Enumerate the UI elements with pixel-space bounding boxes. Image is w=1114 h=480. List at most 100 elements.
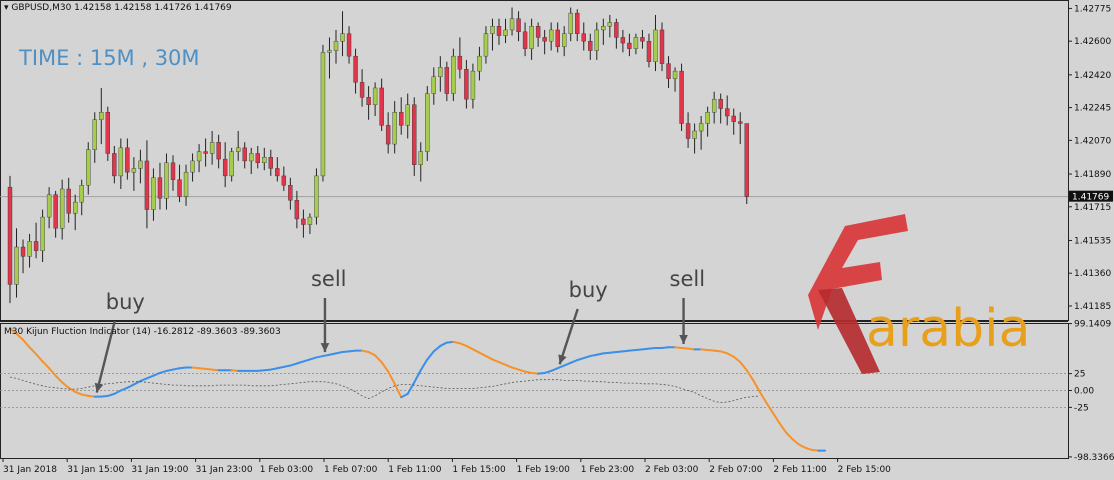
kijun-falling-segment: [504, 363, 514, 369]
bear-candle: [679, 70, 684, 124]
bull-candle: [653, 29, 658, 62]
price-tick-label: 1.42600: [1074, 37, 1111, 47]
symbol-label: GBPUSD,M30: [11, 3, 72, 13]
bear-candle: [288, 185, 293, 201]
kijun-falling-segment: [48, 367, 57, 377]
bull-candle: [698, 123, 704, 132]
bull-candle: [477, 55, 482, 72]
bull-candle: [562, 33, 567, 47]
bear-candle: [496, 25, 502, 36]
bear-candle: [125, 147, 130, 173]
kijun-falling-segment: [374, 354, 383, 364]
bear-candle: [53, 194, 58, 229]
bear-candle: [255, 153, 260, 164]
bull-candle: [138, 160, 143, 169]
kijun-falling-segment: [28, 346, 38, 356]
kijun-falling-segment: [797, 443, 807, 449]
kijun-rising-segment: [126, 383, 135, 389]
kijun-rising-segment: [308, 356, 318, 361]
time-tick-label: 31 Jan 2018: [3, 465, 57, 475]
current-price-label: 1.41769: [1072, 193, 1109, 203]
indicator-tick-label: 25: [1074, 370, 1085, 380]
kijun-falling-segment: [739, 361, 748, 372]
bear-candle: [216, 142, 221, 160]
kijun-falling-segment: [719, 350, 729, 355]
collapse-triangle-icon[interactable]: ▾: [4, 3, 9, 13]
farabia-logo: arabia: [808, 214, 1030, 374]
kijun-falling-segment: [765, 401, 774, 414]
kijun-rising-segment: [432, 344, 442, 353]
bull-candle: [431, 76, 436, 94]
bull-candle: [46, 194, 52, 218]
bull-candle: [314, 175, 319, 218]
kijun-falling-segment: [22, 338, 31, 349]
indicator-header: M30 Kijun Fluction Indicator (14) -16.28…: [4, 327, 281, 337]
bear-candle: [444, 67, 450, 94]
bear-candle: [516, 18, 521, 33]
bear-candle: [385, 125, 391, 145]
bull-candle: [451, 55, 456, 94]
bull-candle: [86, 149, 91, 186]
sell-annotation: sell: [670, 267, 706, 291]
kijun-falling-segment: [491, 358, 500, 364]
bear-candle: [275, 168, 280, 177]
bear-candle: [203, 151, 208, 154]
bear-candle: [222, 158, 228, 177]
bear-candle: [353, 55, 358, 83]
bull-candle: [601, 25, 606, 31]
bear-candle: [105, 112, 111, 154]
kijun-rising-segment: [556, 364, 566, 370]
bear-candle: [738, 121, 743, 124]
kijun-rising-segment: [576, 357, 585, 362]
time-tick-label: 1 Feb 19:00: [517, 465, 571, 475]
bull-candle: [118, 147, 124, 177]
time-tick-label: 31 Jan 23:00: [196, 465, 253, 475]
bull-candle: [529, 25, 534, 49]
bull-candle: [151, 177, 156, 210]
kijun-falling-segment: [41, 360, 51, 370]
kijun-rising-segment: [419, 358, 429, 372]
bull-candle: [672, 70, 678, 79]
kijun-falling-segment: [732, 355, 742, 364]
time-tick-label: 2 Feb 11:00: [773, 465, 827, 475]
bear-candle: [268, 156, 273, 169]
bear-candle: [301, 218, 306, 225]
bull-candle: [307, 216, 313, 225]
bull-candle: [229, 151, 234, 177]
price-tick-label: 1.41890: [1074, 170, 1111, 180]
bear-candle: [112, 153, 117, 177]
price-tick-label: 1.41185: [1074, 302, 1111, 312]
bull-candle: [705, 112, 710, 124]
price-tick-label: 1.42070: [1074, 136, 1111, 146]
bull-candle: [320, 52, 326, 177]
bull-candle: [164, 162, 169, 199]
kijun-falling-segment: [74, 390, 83, 396]
kijun-rising-segment: [106, 392, 116, 397]
bear-candle: [170, 162, 176, 180]
kijun-rising-segment: [550, 367, 559, 372]
kijun-rising-segment: [119, 386, 129, 392]
bull-candle: [131, 168, 137, 173]
time-tick-label: 1 Feb 03:00: [260, 465, 314, 475]
kijun-falling-segment: [511, 366, 520, 371]
bear-candle: [588, 40, 593, 51]
bull-candle: [607, 22, 613, 27]
kijun-falling-segment: [61, 381, 70, 389]
bull-candle: [14, 246, 19, 285]
kijun-rising-segment: [582, 355, 592, 360]
sell-annotation: sell: [311, 267, 347, 291]
price-tick-label: 1.41535: [1074, 236, 1111, 246]
bear-candle: [359, 82, 365, 98]
bear-candle: [157, 177, 163, 199]
kijun-falling-segment: [498, 361, 507, 366]
bull-candle: [340, 33, 345, 42]
kijun-rising-segment: [406, 381, 416, 395]
bear-candle: [522, 31, 528, 49]
bear-candle: [542, 37, 547, 42]
bear-candle: [744, 123, 749, 197]
annotation-arrowhead: [679, 334, 688, 344]
kijun-falling-segment: [471, 348, 481, 354]
bull-candle: [470, 70, 476, 100]
kijun-rising-segment: [145, 374, 155, 380]
bear-candle: [399, 112, 404, 126]
